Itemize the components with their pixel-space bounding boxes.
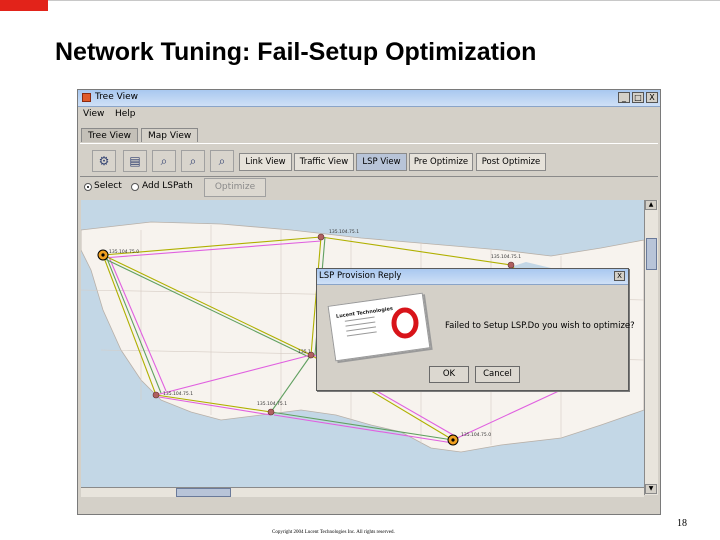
zoom-out-icon[interactable]: ⌕: [181, 150, 205, 172]
lsp-provision-dialog: LSP Provision Reply X Lucent Technologie…: [316, 268, 635, 391]
add-lspath-radio[interactable]: [131, 183, 139, 191]
card-line: [346, 331, 377, 337]
lucent-ring-icon: [391, 307, 419, 339]
vertical-scroll-thumb[interactable]: [646, 238, 657, 270]
add-lspath-label: Add LSPath: [142, 181, 193, 191]
dialog-titlebar: LSP Provision Reply X: [317, 269, 628, 285]
minimize-button[interactable]: _: [618, 92, 630, 103]
optimize-button[interactable]: Optimize: [204, 178, 266, 197]
router-node-core: [451, 438, 455, 442]
horizontal-scrollbar[interactable]: [81, 487, 644, 497]
tab-tree-view[interactable]: Tree View: [81, 128, 138, 142]
print-icon[interactable]: ▤: [123, 150, 147, 172]
close-button[interactable]: X: [646, 92, 658, 103]
page-number: 18: [677, 518, 687, 529]
copyright-text: Copyright 2004 Lucent Technologies Inc. …: [272, 530, 395, 535]
traffic-view-button[interactable]: Traffic View: [294, 153, 354, 171]
maximize-button[interactable]: □: [632, 92, 644, 103]
slide-accent-bar: [0, 0, 48, 11]
menu-help[interactable]: Help: [115, 109, 136, 119]
window-titlebar: Tree View _ □ X: [78, 90, 660, 107]
scroll-down-icon[interactable]: ▼: [645, 484, 657, 494]
scroll-up-icon[interactable]: ▲: [645, 200, 657, 210]
vertical-scrollbar[interactable]: ▲ ▼: [644, 200, 658, 495]
cancel-button[interactable]: Cancel: [475, 366, 520, 383]
toolbar: ⚙ ▤ ⌕ ⌕ ⌕ Link View Traffic View LSP Vie…: [80, 143, 658, 177]
router-node: [152, 391, 160, 399]
dialog-close-button[interactable]: X: [614, 271, 625, 281]
options-bar: Select Add LSPath Optimize: [80, 178, 658, 198]
dialog-message: Failed to Setup LSP.Do you wish to optim…: [445, 321, 635, 331]
select-tool-icon[interactable]: ⚙: [92, 150, 116, 172]
menu-view[interactable]: View: [83, 109, 104, 119]
horizontal-scroll-thumb[interactable]: [176, 488, 231, 497]
card-line: [345, 321, 376, 327]
zoom-in-icon[interactable]: ⌕: [152, 150, 176, 172]
node-label: 135.1: [298, 349, 311, 355]
node-label: 135.104.75.1: [491, 254, 521, 260]
dialog-title: LSP Provision Reply: [319, 271, 402, 281]
tab-map-view[interactable]: Map View: [141, 128, 198, 142]
app-icon: [82, 93, 91, 102]
node-label: 135.104.75.1: [329, 229, 359, 235]
pre-optimize-button[interactable]: Pre Optimize: [409, 153, 473, 171]
router-node: [317, 233, 325, 241]
lsp-view-button[interactable]: LSP View: [356, 153, 407, 171]
select-label: Select: [94, 181, 122, 191]
link-view-button[interactable]: Link View: [239, 153, 292, 171]
slide-title: Network Tuning: Fail-Setup Optimization: [55, 38, 537, 66]
slide-top-rule: [48, 0, 720, 1]
node-label: 135.104.75.0: [109, 249, 139, 255]
router-node-core: [101, 253, 105, 257]
window-title: Tree View: [95, 92, 138, 102]
router-node: [267, 408, 275, 416]
node-label: 135.104.75.0: [461, 432, 491, 438]
post-optimize-button[interactable]: Post Optimize: [476, 153, 546, 171]
select-radio[interactable]: [84, 183, 92, 191]
zoom-fit-icon[interactable]: ⌕: [210, 150, 234, 172]
card-line: [346, 326, 377, 332]
node-label: 135.104.75.1: [163, 391, 193, 397]
node-label: 135.104.75.1: [257, 401, 287, 407]
ok-button[interactable]: OK: [429, 366, 469, 383]
menu-bar: View Help: [78, 107, 660, 121]
